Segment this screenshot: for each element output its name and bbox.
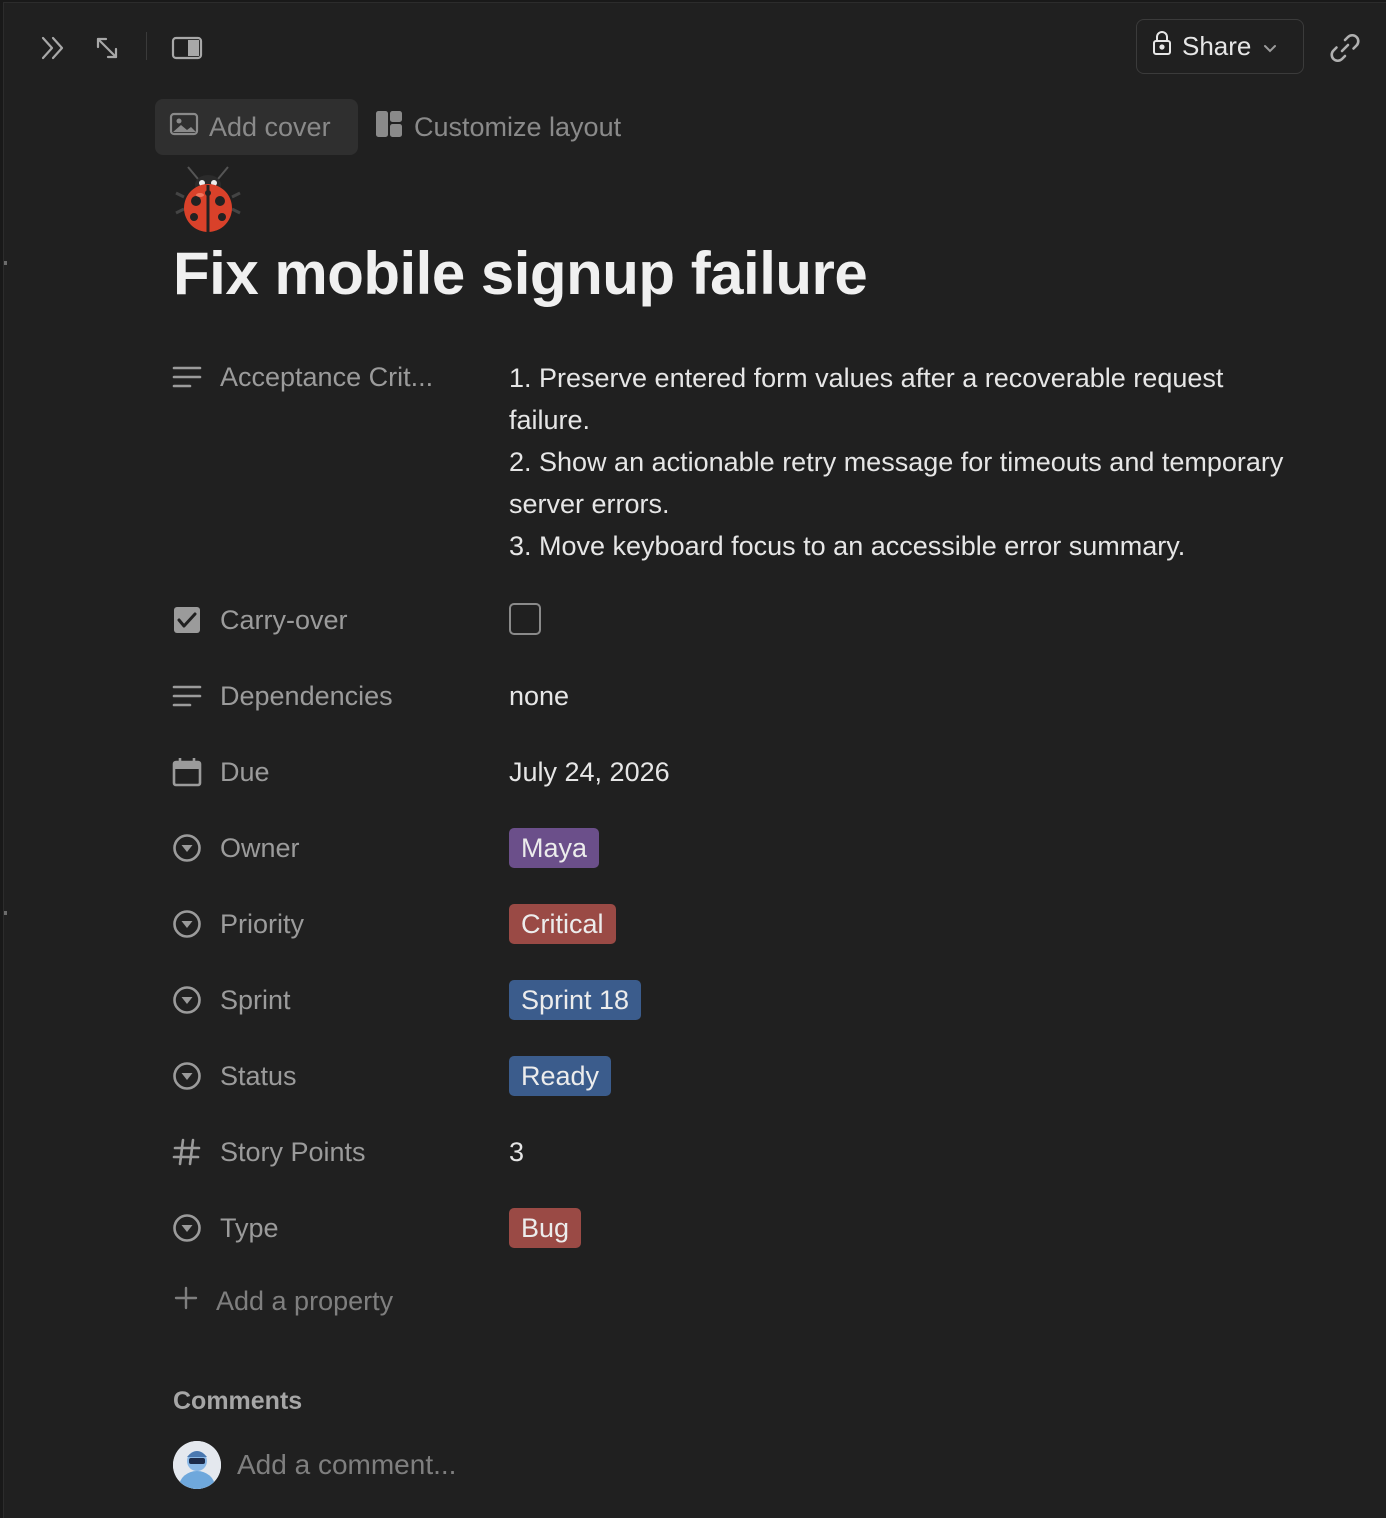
property-label: Owner <box>170 828 300 868</box>
comment-composer <box>173 1441 837 1489</box>
share-label: Share <box>1182 31 1252 61</box>
comment-input[interactable] <box>237 1449 837 1481</box>
layout-icon <box>374 109 404 146</box>
add-cover-label: Add cover <box>209 111 331 142</box>
text-lines-icon <box>170 679 204 713</box>
add-property-label: Add a property <box>216 1286 394 1316</box>
status-tag[interactable]: Ready <box>509 1056 612 1096</box>
add-property-button[interactable]: Add a property <box>174 1286 393 1317</box>
resize-handle[interactable] <box>4 261 7 265</box>
toolbar-divider <box>146 32 147 60</box>
carry-over-label: Carry-over <box>220 604 348 635</box>
add-cover-button[interactable]: Add cover <box>155 99 358 155</box>
acceptance-criteria-value[interactable]: 1. Preserve entered form values after a … <box>509 357 1283 567</box>
page-panel: Share Add cover Customize layout Fix mob… <box>3 2 1386 1518</box>
priority-tag[interactable]: Critical <box>509 904 616 944</box>
status-value[interactable]: Ready <box>509 1056 612 1096</box>
carry-over-value <box>509 600 541 635</box>
customize-layout-label: Customize layout <box>414 111 622 142</box>
type-value[interactable]: Bug <box>509 1208 582 1248</box>
due-label: Due <box>220 756 270 787</box>
top-bar: Share <box>4 3 1386 91</box>
page-title[interactable]: Fix mobile signup failure <box>173 239 868 308</box>
dependencies-value[interactable]: none <box>509 676 569 716</box>
property-label: Acceptance Crit... <box>170 357 433 397</box>
avatar <box>173 1441 221 1489</box>
customize-layout-button[interactable]: Customize layout <box>360 99 635 155</box>
property-label: Carry-over <box>170 600 348 640</box>
select-circle-icon <box>170 1211 204 1245</box>
due-value[interactable]: July 24, 2026 <box>509 752 670 792</box>
owner-tag[interactable]: Maya <box>509 828 600 868</box>
resize-handle[interactable] <box>4 911 7 915</box>
expand-icon[interactable] <box>90 31 124 65</box>
dependencies-label: Dependencies <box>220 680 393 711</box>
acceptance-line: server errors. <box>509 489 670 519</box>
property-label: Priority <box>170 904 304 944</box>
property-label: Status <box>170 1056 297 1096</box>
chevron-down-icon <box>1262 31 1278 62</box>
story-points-value[interactable]: 3 <box>509 1132 524 1172</box>
share-button[interactable]: Share <box>1136 19 1304 74</box>
priority-label: Priority <box>220 908 305 939</box>
story-points-label: Story Points <box>220 1136 366 1167</box>
property-label: Sprint <box>170 980 291 1020</box>
property-label: Dependencies <box>170 676 393 716</box>
hash-icon <box>170 1135 204 1169</box>
acceptance-criteria-label: Acceptance Crit... <box>220 361 434 392</box>
type-tag[interactable]: Bug <box>509 1208 582 1248</box>
property-label: Type <box>170 1208 279 1248</box>
plus-icon <box>174 1286 198 1317</box>
sprint-value[interactable]: Sprint 18 <box>509 980 642 1020</box>
carry-over-checkbox[interactable] <box>509 603 541 635</box>
comments-heading: Comments <box>173 1387 303 1415</box>
text-lines-icon <box>170 360 204 394</box>
owner-value[interactable]: Maya <box>509 828 600 868</box>
sprint-tag[interactable]: Sprint 18 <box>509 980 642 1020</box>
property-label: Due <box>170 752 270 792</box>
acceptance-line: 1. Preserve entered form values after a … <box>509 363 1224 393</box>
type-label: Type <box>220 1212 279 1243</box>
calendar-icon <box>170 755 204 789</box>
checkbox-checked-icon <box>170 603 204 637</box>
select-circle-icon <box>170 983 204 1017</box>
side-peek-icon[interactable] <box>169 31 205 65</box>
image-icon <box>169 111 199 144</box>
acceptance-line: failure. <box>509 405 591 435</box>
link-icon[interactable] <box>1326 29 1364 67</box>
lock-icon <box>1151 30 1173 63</box>
owner-label: Owner <box>220 832 300 863</box>
select-circle-icon <box>170 1059 204 1093</box>
acceptance-line: 3. Move keyboard focus to an accessible … <box>509 531 1186 561</box>
priority-value[interactable]: Critical <box>509 904 616 944</box>
chevrons-right-icon[interactable] <box>36 31 70 65</box>
property-label: Story Points <box>170 1132 366 1172</box>
ladybug-icon[interactable] <box>170 163 246 239</box>
acceptance-line: 2. Show an actionable retry message for … <box>509 447 1284 477</box>
sprint-label: Sprint <box>220 984 291 1015</box>
status-label: Status <box>220 1060 297 1091</box>
select-circle-icon <box>170 907 204 941</box>
select-circle-icon <box>170 831 204 865</box>
